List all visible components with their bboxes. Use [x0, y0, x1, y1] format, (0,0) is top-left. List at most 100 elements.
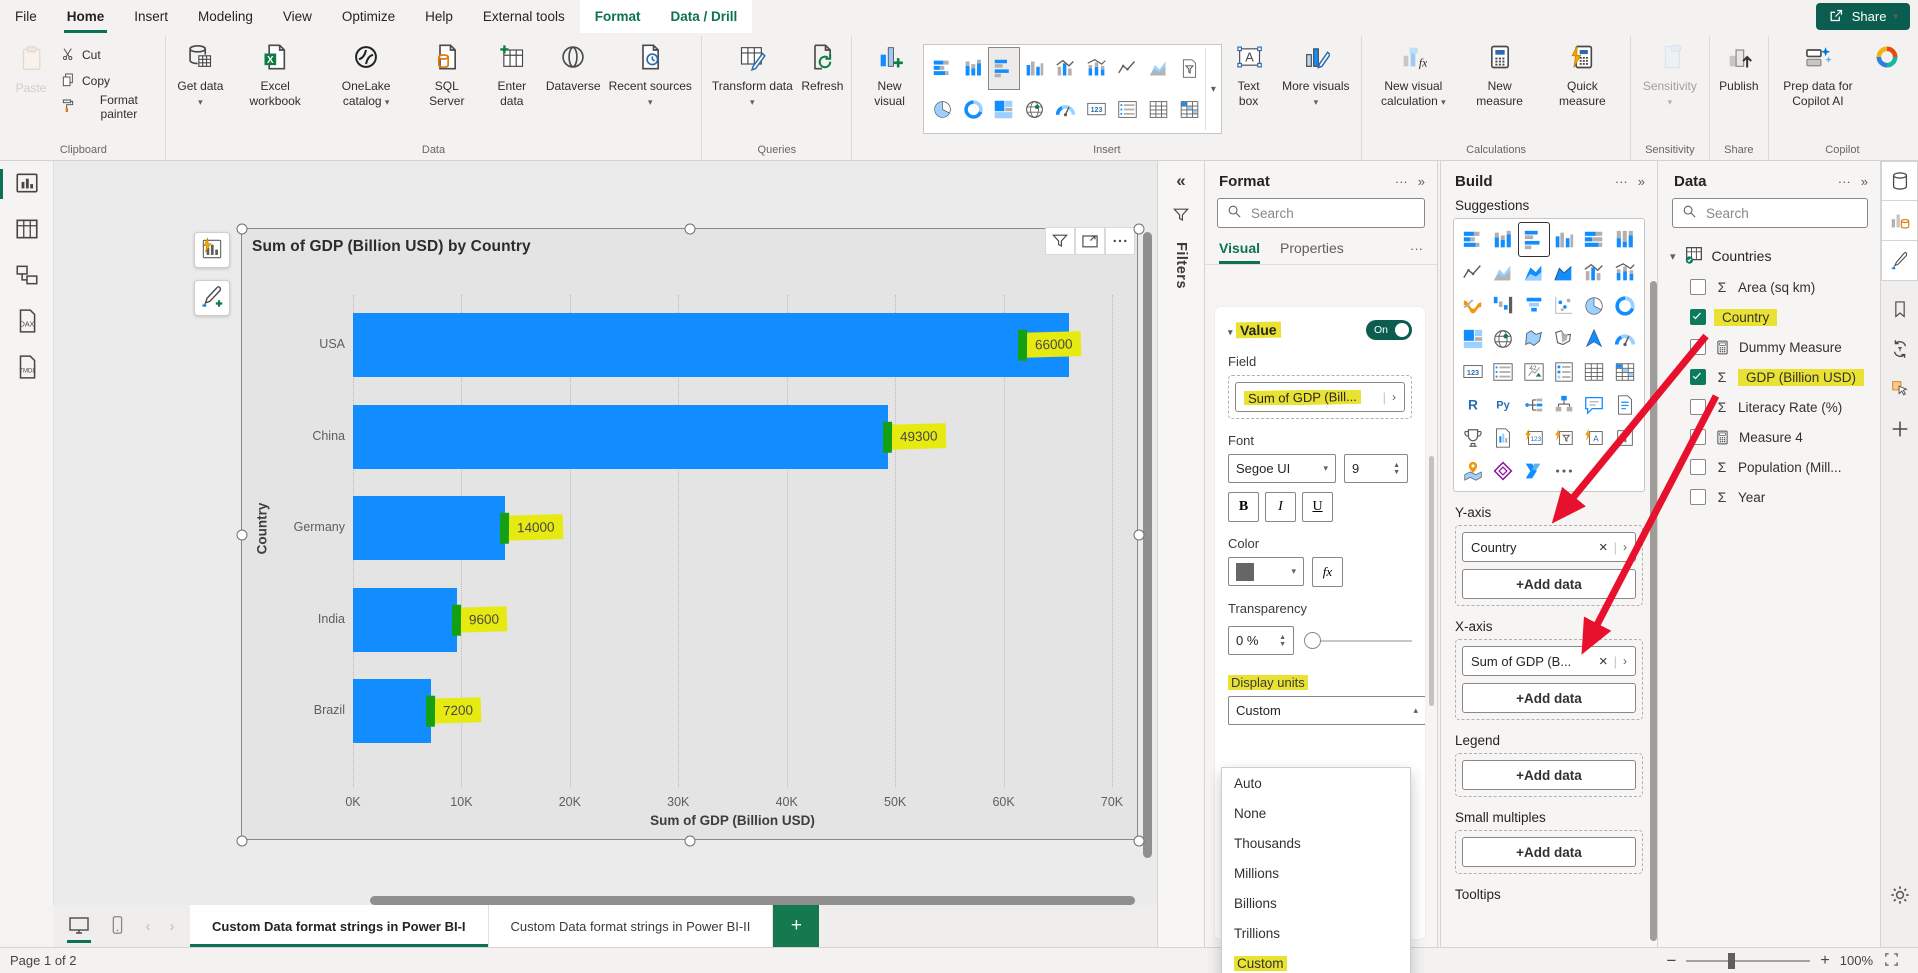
ribbon-button-enter-data[interactable]: Enter data: [481, 36, 542, 111]
menu-item-external-tools[interactable]: External tools: [468, 0, 580, 33]
resize-handle[interactable]: [1134, 224, 1145, 235]
ribbon-button-recent-sources[interactable]: Recent sources ▾: [604, 36, 696, 111]
field-row-year[interactable]: ΣYear: [1660, 482, 1880, 512]
resize-handle[interactable]: [237, 836, 248, 847]
slider-knob[interactable]: [1304, 632, 1321, 649]
settings-gear-icon[interactable]: [1881, 875, 1918, 915]
field-label[interactable]: GDP (Billion USD): [1738, 369, 1864, 386]
canvas-vertical-scrollbar[interactable]: [1143, 232, 1152, 858]
field-checkbox[interactable]: [1690, 309, 1706, 325]
mobile-view-button[interactable]: [100, 905, 134, 947]
ribbon-button-quick-measure[interactable]: Quick measure: [1540, 36, 1625, 111]
field-row-literacy-rate[interactable]: ΣLiteracy Rate (%): [1660, 392, 1880, 422]
visual-type-waterfall[interactable]: [1488, 289, 1518, 322]
canvas-horizontal-scrollbar[interactable]: [370, 896, 1135, 905]
visual-type-goals[interactable]: [1458, 421, 1488, 454]
ribbon-button-onelake-catalog[interactable]: OneLake catalog ▾: [320, 36, 412, 111]
more-options-icon[interactable]: ···: [1395, 174, 1408, 189]
remove-field-icon[interactable]: ×: [1599, 539, 1608, 556]
visual-type-treemap[interactable]: [1458, 322, 1488, 355]
prev-page-icon[interactable]: ‹: [138, 918, 158, 935]
display-units-option-none[interactable]: None: [1222, 798, 1410, 828]
display-units-select[interactable]: Custom▴: [1228, 696, 1425, 725]
visual-type-stacked-area[interactable]: [1519, 256, 1549, 289]
chevron-down-icon[interactable]: ▾: [1670, 250, 1676, 263]
report-view[interactable]: [0, 161, 54, 207]
field-checkbox[interactable]: [1690, 429, 1706, 445]
format-tab-visual[interactable]: Visual: [1219, 240, 1260, 264]
filter-funnel-icon[interactable]: [1171, 205, 1191, 228]
italic-button[interactable]: I: [1265, 492, 1296, 522]
visual-type-map[interactable]: [1488, 322, 1518, 355]
report-canvas[interactable]: Sum of GDP (Billion USD) by Country 0K10…: [54, 161, 1157, 905]
menu-item-format[interactable]: Format: [580, 0, 656, 33]
visual-type-arcgis[interactable]: [1458, 454, 1488, 487]
font-family-select[interactable]: Segoe UI▾: [1228, 454, 1336, 483]
fit-to-page-icon[interactable]: [1883, 951, 1900, 971]
visual-type-azure-map[interactable]: [1579, 322, 1609, 355]
fx-conditional-format-button[interactable]: fx: [1312, 557, 1343, 587]
visual-type-multirow-card[interactable]: [1488, 355, 1518, 388]
visual-type-stacked-bar[interactable]: [1458, 223, 1488, 256]
resize-handle[interactable]: [237, 224, 248, 235]
visual-type-matrix[interactable]: [1610, 355, 1640, 388]
visual-type-key-influencers[interactable]: [1549, 388, 1579, 421]
field-chip[interactable]: Sum of GDP (Bill... | ›: [1235, 382, 1405, 412]
display-units-option-auto[interactable]: Auto: [1222, 768, 1410, 798]
visual-type-filled-map[interactable]: [1519, 322, 1549, 355]
visual-type-donut[interactable]: [1610, 289, 1640, 322]
visual-type-line-column[interactable]: [1579, 256, 1609, 289]
visual-type-table[interactable]: [1579, 355, 1609, 388]
ribbon-button-sql-server[interactable]: SQL Server: [413, 36, 480, 111]
chevron-right-icon[interactable]: ›: [1623, 654, 1627, 668]
field-label[interactable]: Year: [1738, 490, 1765, 505]
field-label[interactable]: Country: [1714, 309, 1777, 326]
add-data-button[interactable]: +Add data: [1462, 683, 1636, 713]
visual-type-clustered-bar[interactable]: [989, 48, 1020, 89]
zoom-slider-thumb[interactable]: [1728, 953, 1735, 969]
ribbon-button-more-visuals[interactable]: More visuals ▾: [1275, 36, 1356, 111]
bar-india[interactable]: [353, 588, 457, 652]
ribbon-button-excel-workbook[interactable]: XExcel workbook: [231, 36, 319, 111]
field-label[interactable]: Measure 4: [1739, 430, 1803, 445]
ribbon-button-transform-data[interactable]: Transform data ▾: [707, 36, 797, 111]
data-cylinder-icon[interactable]: [1881, 161, 1918, 201]
chevron-right-icon[interactable]: ›: [1392, 390, 1396, 404]
field-checkbox[interactable]: [1690, 459, 1706, 475]
value-toggle[interactable]: On: [1366, 320, 1412, 340]
menu-item-home[interactable]: Home: [52, 0, 120, 33]
visual-type-clustered-column[interactable]: [1549, 223, 1579, 256]
more-options-icon[interactable]: ···: [1838, 174, 1851, 189]
visual-type-table[interactable]: [1143, 89, 1174, 130]
resize-handle[interactable]: [685, 836, 696, 847]
visual-type-gauge[interactable]: [1050, 89, 1081, 130]
visual-type-pie[interactable]: [927, 89, 958, 130]
bar-germany[interactable]: [353, 496, 505, 560]
display-units-option-billions[interactable]: Billions: [1222, 888, 1410, 918]
display-units-option-millions[interactable]: Millions: [1222, 858, 1410, 888]
visual-type-donut[interactable]: [958, 89, 989, 130]
menu-item-data-drill[interactable]: Data / Drill: [655, 0, 752, 33]
display-units-option-thousands[interactable]: Thousands: [1222, 828, 1410, 858]
transparency-slider[interactable]: [1306, 640, 1412, 642]
visual-type-multirow-card[interactable]: [1112, 89, 1143, 130]
ribbon-button-paste[interactable]: Paste: [7, 36, 55, 98]
bar-chart-visual[interactable]: Sum of GDP (Billion USD) by Country 0K10…: [241, 228, 1138, 840]
ribbon-button-prep-data-for-copilot-ai[interactable]: Prep data for Copilot AI: [1774, 36, 1862, 111]
menu-item-optimize[interactable]: Optimize: [327, 0, 410, 33]
ribbon-button-new-measure[interactable]: New measure: [1460, 36, 1539, 111]
visual-type-slicer-filter[interactable]: [1610, 421, 1640, 454]
field-label[interactable]: Dummy Measure: [1739, 340, 1842, 355]
visual-type-calc-lightning[interactable]: 123: [1519, 421, 1549, 454]
visual-type-map[interactable]: [1019, 89, 1050, 130]
add-data-button[interactable]: +Add data: [1462, 760, 1636, 790]
build-visual-icon[interactable]: [1881, 201, 1918, 241]
visual-type-card[interactable]: 123: [1081, 89, 1112, 130]
format-brush-icon[interactable]: [1881, 241, 1918, 281]
visual-type-area[interactable]: [1488, 256, 1518, 289]
more-tabs-icon[interactable]: ···: [1410, 241, 1423, 264]
field-row-area-sq-km[interactable]: ΣArea (sq km): [1660, 272, 1880, 302]
resize-handle[interactable]: [685, 224, 696, 235]
visual-type-stacked-bar[interactable]: [927, 48, 958, 89]
new-page-button[interactable]: +: [773, 905, 819, 947]
